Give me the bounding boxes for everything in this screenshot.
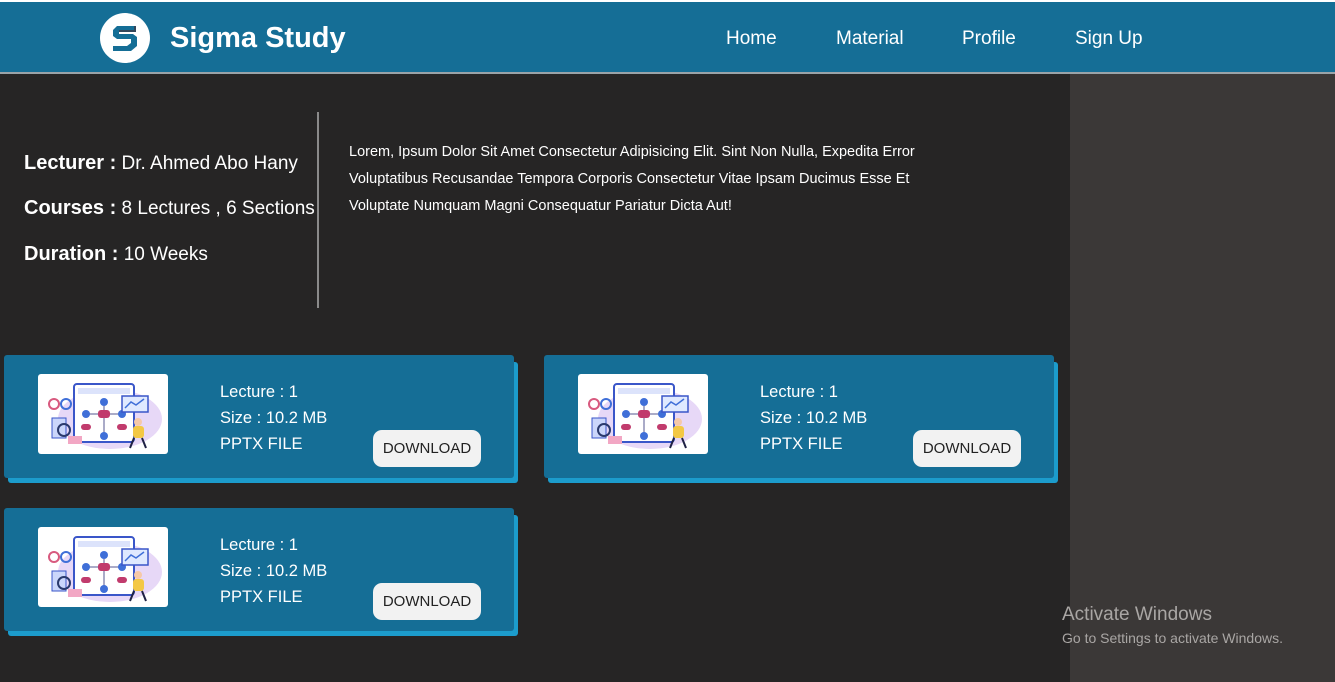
course-description: Lorem, Ipsum Dolor Sit Amet Consectetur … [349, 144, 915, 214]
lecture-number: Lecture : 1 [220, 536, 298, 554]
file-meta: Lecture : 1 Size : 10.2 MB PPTX FILE [760, 379, 867, 457]
duration-value: 10 Weeks [118, 244, 208, 265]
right-side-panel [1070, 74, 1335, 682]
lecturer-info: Lecturer : Dr. Ahmed Abo Hany [24, 151, 298, 176]
file-size: Size : 10.2 MB [220, 562, 328, 580]
file-size: Size : 10.2 MB [220, 409, 328, 427]
lecturer-label: Lecturer : [24, 152, 117, 174]
watermark-title: Activate Windows [1062, 604, 1212, 625]
duration-info: Duration : 10 Weeks [24, 242, 208, 267]
info-divider [317, 112, 319, 308]
lecturer-value: Dr. Ahmed Abo Hany [116, 153, 298, 174]
flowchart-illustration-icon [38, 374, 168, 454]
top-navbar: Sigma Study Home Material Profile Sign U… [0, 0, 1335, 74]
lecture-number: Lecture : 1 [220, 383, 298, 401]
brand-title[interactable]: Sigma Study [170, 20, 346, 56]
flowchart-illustration-icon [578, 374, 708, 454]
download-button[interactable]: DOWNLOAD [913, 430, 1021, 467]
nav-home-link[interactable]: Home [726, 27, 777, 51]
nav-profile-link[interactable]: Profile [962, 27, 1016, 51]
download-button[interactable]: DOWNLOAD [373, 430, 481, 467]
courses-info: Courses : 8 Lectures , 6 Sections [24, 196, 315, 221]
file-type: PPTX FILE [220, 435, 303, 453]
activate-windows-watermark: Activate Windows Go to Settings to activ… [1062, 604, 1283, 648]
file-type: PPTX FILE [220, 588, 303, 606]
sigma-s-logo-icon[interactable] [100, 13, 150, 63]
nav-signup-link[interactable]: Sign Up [1075, 27, 1143, 51]
file-size: Size : 10.2 MB [760, 409, 868, 427]
duration-label: Duration : [24, 243, 119, 265]
courses-label: Courses : [24, 197, 117, 219]
file-meta: Lecture : 1 Size : 10.2 MB PPTX FILE [220, 379, 327, 457]
file-card: Lecture : 1 Size : 10.2 MB PPTX FILE DOW… [4, 508, 514, 631]
file-type: PPTX FILE [760, 435, 843, 453]
flowchart-illustration-icon [38, 527, 168, 607]
courses-value: 8 Lectures , 6 Sections [116, 198, 315, 219]
nav-material-link[interactable]: Material [836, 27, 904, 51]
lecture-number: Lecture : 1 [760, 383, 838, 401]
download-button[interactable]: DOWNLOAD [373, 583, 481, 620]
watermark-subtitle: Go to Settings to activate Windows. [1062, 630, 1283, 646]
file-meta: Lecture : 1 Size : 10.2 MB PPTX FILE [220, 532, 327, 610]
file-card: Lecture : 1 Size : 10.2 MB PPTX FILE DOW… [544, 355, 1054, 478]
file-card: Lecture : 1 Size : 10.2 MB PPTX FILE DOW… [4, 355, 514, 478]
